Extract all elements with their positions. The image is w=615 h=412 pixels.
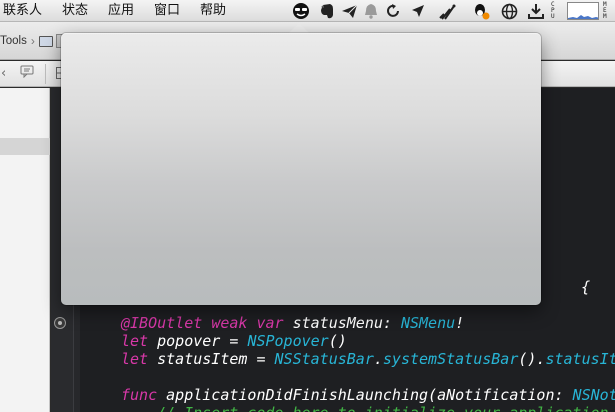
sunglasses-face-icon[interactable] bbox=[290, 2, 312, 20]
function-token: statusIt bbox=[545, 350, 615, 368]
cpu-label: C P U bbox=[551, 1, 555, 20]
download-tray-icon[interactable] bbox=[526, 2, 546, 20]
status-popover[interactable] bbox=[61, 33, 541, 305]
punct-token: . bbox=[373, 350, 383, 368]
cpu-graph bbox=[567, 2, 599, 20]
monitor-icon[interactable] bbox=[38, 35, 53, 47]
circular-arrow-icon[interactable] bbox=[383, 2, 403, 20]
selected-file-row[interactable] bbox=[0, 138, 50, 155]
attr-token: @IBOutlet bbox=[121, 314, 203, 332]
bell-icon[interactable] bbox=[361, 2, 381, 20]
qq-penguin-icon[interactable] bbox=[471, 2, 491, 20]
menu-status[interactable]: 状态 bbox=[62, 2, 88, 19]
menu-apps[interactable]: 应用 bbox=[108, 2, 134, 19]
mem-meter-icon[interactable]: M E M bbox=[602, 1, 615, 21]
identifier-token: statusItem = bbox=[157, 350, 266, 368]
paper-plane-icon[interactable] bbox=[339, 2, 359, 20]
menu-bar: 联系人 状态 应用 窗口 帮助 C P U M E M bbox=[0, 0, 615, 22]
keyword-token: func bbox=[121, 386, 158, 404]
identifier-token: popover = bbox=[157, 332, 239, 350]
mem-label: M E M bbox=[603, 1, 607, 20]
project-navigator bbox=[0, 88, 50, 412]
type-token: NSMenu bbox=[400, 314, 456, 332]
divider bbox=[45, 64, 46, 84]
chevron-right-icon: › bbox=[30, 34, 35, 48]
code-line-statusitem: let statusItem = NSStatusBar.systemStatu… bbox=[121, 350, 615, 368]
code-line-comment: // Insert code here to initialize your a… bbox=[157, 404, 609, 412]
keyword-token: let bbox=[121, 332, 149, 350]
comment-token: // Insert code here to initialize your a… bbox=[157, 404, 609, 412]
keyword-token: weak bbox=[211, 314, 248, 332]
menu-contacts[interactable]: 联系人 bbox=[3, 2, 42, 19]
evernote-elephant-icon[interactable] bbox=[317, 2, 337, 20]
globe-icon[interactable] bbox=[499, 2, 519, 20]
code-line-popover: let popover = NSPopover() bbox=[121, 332, 347, 350]
punct-token: ! bbox=[455, 314, 465, 332]
punct-token: (). bbox=[518, 350, 546, 368]
breadcrumb-tools[interactable]: Tools bbox=[0, 35, 27, 47]
type-token: NSNot bbox=[572, 386, 615, 404]
signal-wave-icon[interactable] bbox=[437, 2, 457, 20]
function-token: systemStatusBar bbox=[382, 350, 519, 368]
type-token: NSStatusBar bbox=[274, 350, 374, 368]
brace-text: { bbox=[581, 278, 591, 296]
menu-help[interactable]: 帮助 bbox=[200, 2, 226, 19]
location-arrow-icon[interactable] bbox=[408, 2, 428, 20]
punct-token: () bbox=[328, 332, 347, 350]
code-line-iboutlet: @IBOutlet weak var statusMenu: NSMenu! bbox=[121, 314, 464, 332]
outlet-connection-icon[interactable] bbox=[54, 317, 66, 329]
identifier-token: statusMenu: bbox=[292, 314, 392, 332]
comment-icon[interactable] bbox=[20, 65, 34, 82]
code-brace: { bbox=[545, 260, 590, 314]
keyword-token: var bbox=[256, 314, 284, 332]
cpu-meter-icon[interactable]: C P U bbox=[551, 1, 599, 21]
chevron-left-icon[interactable]: ‹ bbox=[1, 66, 6, 81]
keyword-token: let bbox=[121, 350, 149, 368]
identifier-token: applicationDidFinishLaunching(aNotificat… bbox=[166, 386, 564, 404]
menu-window[interactable]: 窗口 bbox=[154, 2, 180, 19]
code-line-func: func applicationDidFinishLaunching(aNoti… bbox=[121, 386, 615, 404]
type-token: NSPopover bbox=[247, 332, 329, 350]
breadcrumb: Tools › bbox=[0, 31, 67, 51]
